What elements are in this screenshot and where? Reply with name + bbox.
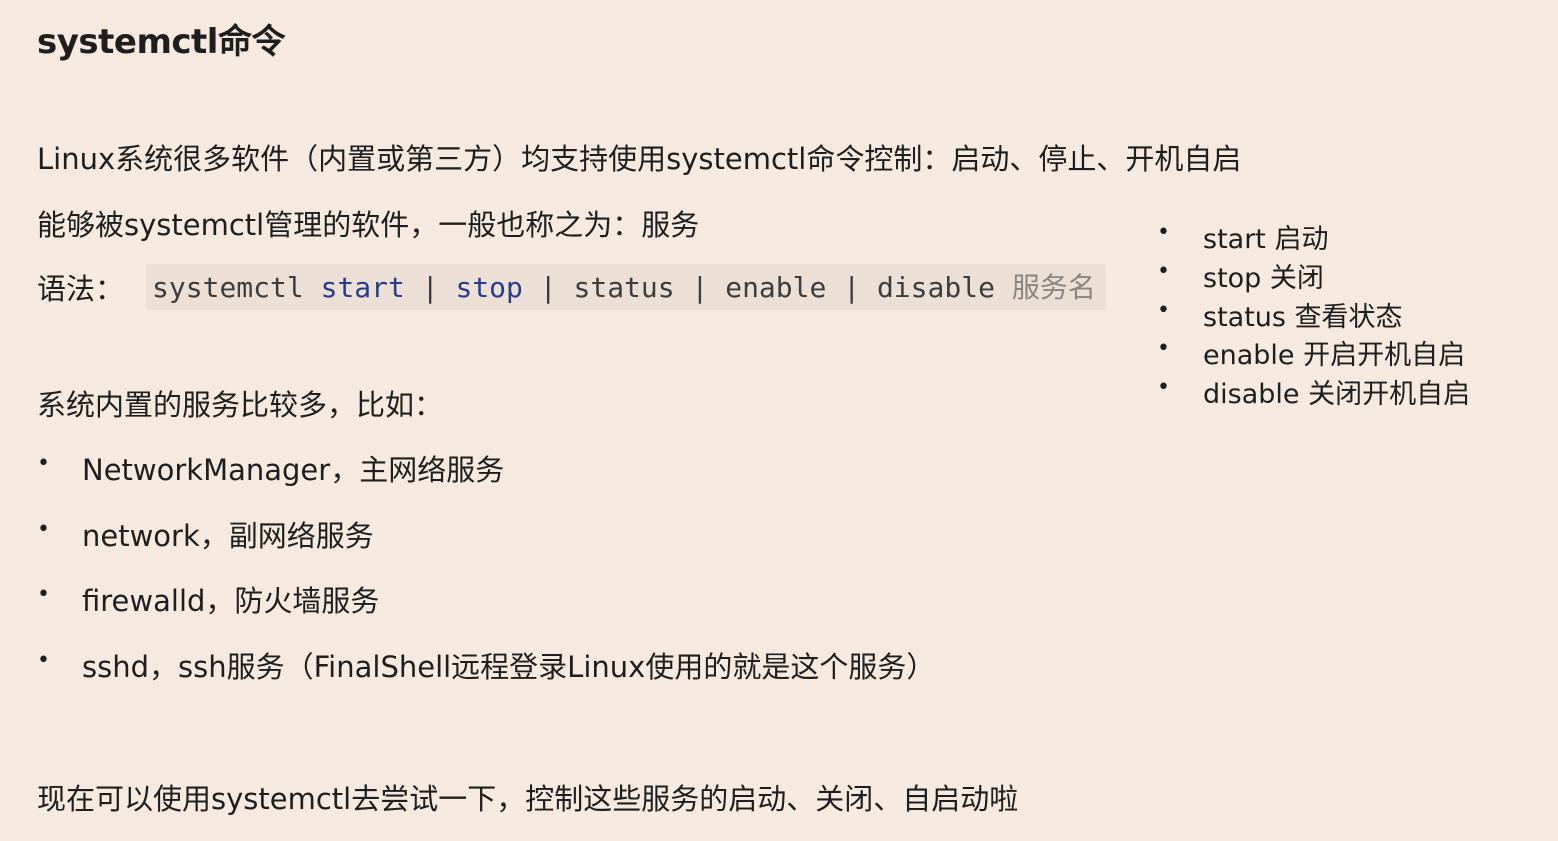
bullet-icon: • [37,516,50,542]
outro-text: 现在可以使用systemctl去尝试一下，控制这些服务的启动、关闭、自启动啦 [37,782,1019,816]
list-item: • sshd，ssh服务（FinalShell远程登录Linux使用的就是这个服务… [37,644,935,710]
code-separator: | [826,271,877,304]
commands-list: • start 启动 • stop 关闭 • status 查看状态 • enable … [1157,217,1470,411]
page-title: systemctl命令 [37,22,285,62]
code-disable: disable [876,271,995,304]
service-label: NetworkManager，主网络服务 [82,453,505,487]
bullet-icon: • [1157,336,1170,362]
bullet-icon: • [37,451,50,476]
bullet-icon: • [1157,297,1170,323]
intro-text: Linux系统很多软件（内置或第三方）均支持使用systemctl命令控制：启动… [37,142,1242,176]
list-item: • start 启动 [1157,217,1470,256]
code-separator: | [404,271,456,304]
bullet-icon: • [37,647,50,673]
code-separator: | [522,271,574,304]
command-label: status 查看状态 [1203,301,1403,333]
list-item: • stop 关闭 [1157,256,1470,295]
code-command: systemctl [152,271,304,304]
bullet-icon: • [37,582,50,607]
managed-note-text: 能够被systemctl管理的软件，一般也称之为：服务 [37,208,700,242]
code-start: start [320,271,405,304]
bullet-icon: • [1157,375,1170,401]
service-label: firewalld，防火墙服务 [82,584,380,618]
bullet-icon: • [1157,258,1170,284]
code-enable: enable [725,271,827,304]
builtin-intro-text: 系统内置的服务比较多，比如： [37,388,444,422]
list-item: • disable 关闭开机自启 [1157,372,1470,411]
list-item: • network，副网络服务 [37,513,935,579]
code-stop: stop [455,271,523,304]
list-item: • enable 开启开机自启 [1157,333,1470,372]
list-item: • status 查看状态 [1157,295,1470,334]
bullet-icon: • [1157,220,1170,245]
syntax-code-block: systemctl start | stop | status | enable… [146,264,1106,310]
list-item: • firewalld，防火墙服务 [37,578,935,644]
service-label: network，副网络服务 [82,518,374,553]
code-placeholder: 服务名 [1011,271,1096,304]
service-label: sshd，ssh服务（FinalShell远程登录Linux使用的就是这个服务） [82,649,936,684]
code-status: status [573,271,675,304]
command-label: start 启动 [1203,224,1329,255]
syntax-row: 语法： systemctl start | stop | status | en… [37,264,1106,310]
list-item: • NetworkManager，主网络服务 [37,447,935,513]
command-label: disable 关闭开机自启 [1203,379,1471,411]
command-label: enable 开启开机自启 [1203,340,1466,372]
services-list: • NetworkManager，主网络服务 • network，副网络服务 • fi… [37,447,935,709]
syntax-label: 语法： [37,272,125,306]
command-label: stop 关闭 [1203,262,1324,294]
code-separator: | [674,271,726,304]
